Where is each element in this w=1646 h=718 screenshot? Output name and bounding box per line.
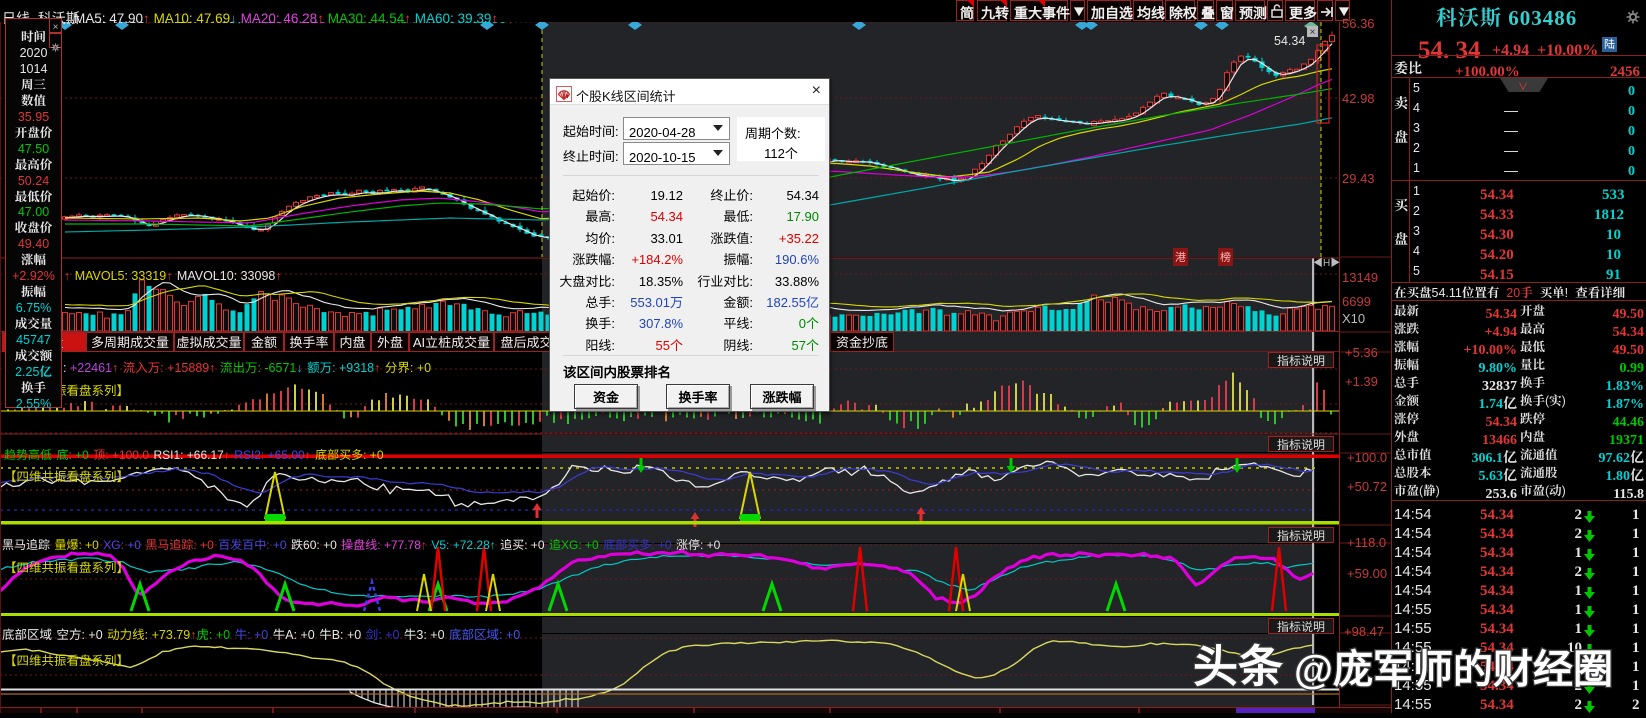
svg-text:@庞军师的财经圈: @庞军师的财经圈 bbox=[1294, 637, 1613, 695]
svg-text:头条: 头条 bbox=[1193, 630, 1283, 695]
